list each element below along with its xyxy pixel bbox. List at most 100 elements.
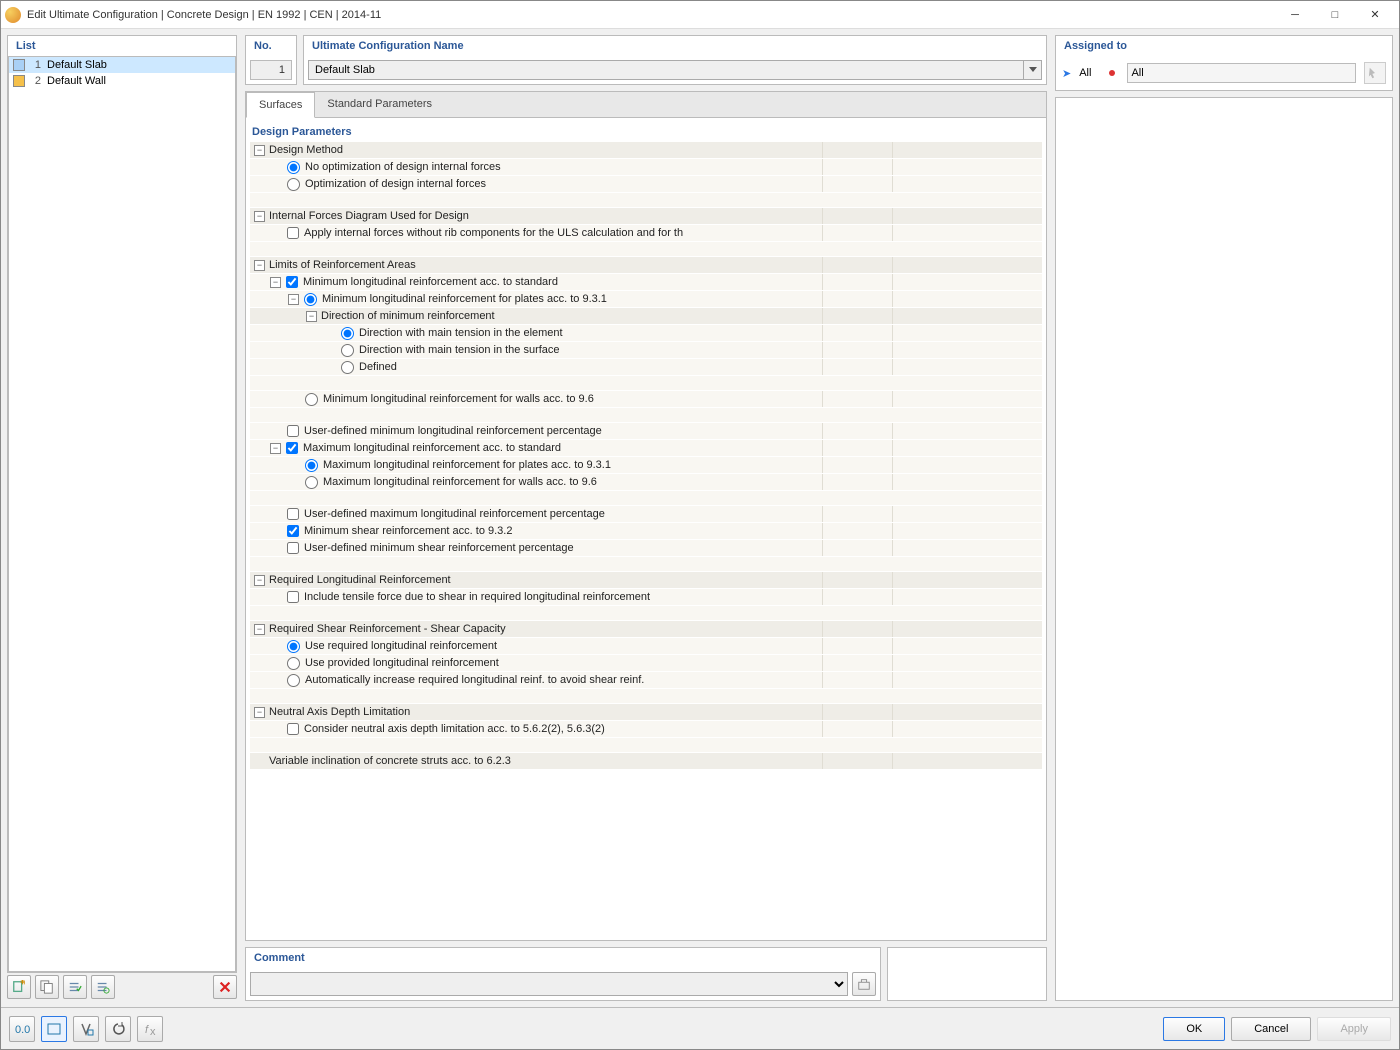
check-min-shear[interactable]: Minimum shear reinforcement acc. to 9.3.… — [250, 523, 1042, 539]
radio[interactable] — [287, 640, 300, 653]
collapse-icon[interactable]: − — [270, 277, 281, 288]
collapse-icon[interactable]: − — [254, 624, 265, 635]
group-direction[interactable]: −Direction of minimum reinforcement — [250, 308, 1042, 324]
radio-dir-defined[interactable]: Defined — [250, 359, 1042, 375]
no-label: No. — [246, 36, 296, 56]
radio[interactable] — [287, 178, 300, 191]
comment-label: Comment — [246, 948, 880, 968]
collapse-icon[interactable]: − — [270, 443, 281, 454]
settings-button[interactable] — [91, 975, 115, 999]
check-user-min-shear[interactable]: User-defined minimum shear reinforcement… — [250, 540, 1042, 556]
comment-edit-button[interactable] — [852, 972, 876, 996]
view-button[interactable] — [41, 1016, 67, 1042]
name-input[interactable] — [308, 60, 1024, 80]
group-req-shear[interactable]: −Required Shear Reinforcement - Shear Ca… — [250, 621, 1042, 637]
radio-max-plates[interactable]: Maximum longitudinal reinforcement for p… — [250, 457, 1042, 473]
radio[interactable] — [305, 393, 318, 406]
copy-button[interactable] — [35, 975, 59, 999]
apply-button[interactable]: Apply — [1317, 1017, 1391, 1041]
close-button[interactable]: ✕ — [1355, 1, 1395, 29]
name-dropdown[interactable] — [1024, 60, 1042, 80]
check-include-tensile[interactable]: Include tensile force due to shear in re… — [250, 589, 1042, 605]
radio[interactable] — [287, 674, 300, 687]
name-label: Ultimate Configuration Name — [304, 36, 1046, 56]
group-internal-forces[interactable]: −Internal Forces Diagram Used for Design — [250, 208, 1042, 224]
group-variable-inclination[interactable]: Variable inclination of concrete struts … — [250, 753, 1042, 769]
radio[interactable] — [304, 293, 317, 306]
radio-max-walls[interactable]: Maximum longitudinal reinforcement for w… — [250, 474, 1042, 490]
radio[interactable] — [287, 161, 300, 174]
tab-surfaces[interactable]: Surfaces — [246, 92, 315, 118]
check-button[interactable] — [63, 975, 87, 999]
cancel-button[interactable]: Cancel — [1231, 1017, 1311, 1041]
checkbox[interactable] — [287, 591, 299, 603]
collapse-icon[interactable]: − — [254, 145, 265, 156]
collapse-icon[interactable]: − — [254, 707, 265, 718]
checkbox[interactable] — [287, 227, 299, 239]
check-user-min-long[interactable]: User-defined minimum longitudinal reinfo… — [250, 423, 1042, 439]
config-list[interactable]: 1 Default Slab 2 Default Wall — [8, 56, 236, 972]
radio[interactable] — [305, 459, 318, 472]
checkbox[interactable] — [287, 425, 299, 437]
list-item[interactable]: 2 Default Wall — [9, 73, 235, 89]
radio-min-plates[interactable]: −Minimum longitudinal reinforcement for … — [250, 291, 1042, 307]
units-button[interactable]: 0.00 — [9, 1016, 35, 1042]
arrow-icon: ➤ — [1062, 67, 1071, 80]
function-button[interactable]: fx — [137, 1016, 163, 1042]
group-limits[interactable]: −Limits of Reinforcement Areas — [250, 257, 1042, 273]
color-swatch — [13, 75, 25, 87]
preview-panel — [1055, 97, 1393, 1001]
app-icon — [5, 7, 21, 23]
collapse-icon[interactable]: − — [254, 260, 265, 271]
no-value: 1 — [250, 60, 292, 80]
option-no-optimization[interactable]: No optimization of design internal force… — [250, 159, 1042, 175]
window-title: Edit Ultimate Configuration | Concrete D… — [27, 9, 1275, 21]
new-button[interactable] — [7, 975, 31, 999]
checkbox[interactable] — [287, 542, 299, 554]
collapse-icon[interactable]: − — [254, 211, 265, 222]
comment-input[interactable] — [250, 972, 848, 996]
tab-standard-parameters[interactable]: Standard Parameters — [315, 92, 444, 117]
ok-button[interactable]: OK — [1163, 1017, 1225, 1041]
collapse-icon[interactable]: − — [254, 575, 265, 586]
maximize-button[interactable]: □ — [1315, 1, 1355, 29]
radio[interactable] — [341, 327, 354, 340]
option-optimization[interactable]: Optimization of design internal forces — [250, 176, 1042, 192]
group-neutral-axis[interactable]: −Neutral Axis Depth Limitation — [250, 704, 1042, 720]
checkbox[interactable] — [286, 276, 298, 288]
group-req-long[interactable]: −Required Longitudinal Reinforcement — [250, 572, 1042, 588]
radio-min-walls[interactable]: Minimum longitudinal reinforcement for w… — [250, 391, 1042, 407]
list-item-num: 2 — [31, 75, 41, 87]
radio[interactable] — [341, 361, 354, 374]
check-apply-internal-forces[interactable]: Apply internal forces without rib compon… — [250, 225, 1042, 241]
assigned-input[interactable]: All — [1127, 63, 1356, 83]
check-user-max-long[interactable]: User-defined maximum longitudinal reinfo… — [250, 506, 1042, 522]
checkbox[interactable] — [286, 442, 298, 454]
radio[interactable] — [305, 476, 318, 489]
assigned-header: Assigned to — [1056, 36, 1392, 56]
check-min-long-std[interactable]: −Minimum longitudinal reinforcement acc.… — [250, 274, 1042, 290]
group-design-method[interactable]: −Design Method — [250, 142, 1042, 158]
collapse-icon[interactable]: − — [306, 311, 317, 322]
text-button[interactable] — [73, 1016, 99, 1042]
radio[interactable] — [287, 657, 300, 670]
svg-text:x: x — [150, 1026, 156, 1037]
reset-button[interactable] — [105, 1016, 131, 1042]
checkbox[interactable] — [287, 508, 299, 520]
radio[interactable] — [341, 344, 354, 357]
collapse-icon[interactable]: − — [288, 294, 299, 305]
section-title: Design Parameters — [250, 122, 1042, 142]
check-neutral-axis[interactable]: Consider neutral axis depth limitation a… — [250, 721, 1042, 737]
checkbox[interactable] — [287, 723, 299, 735]
radio-dir-surface[interactable]: Direction with main tension in the surfa… — [250, 342, 1042, 358]
checkbox[interactable] — [287, 525, 299, 537]
radio-dir-element[interactable]: Direction with main tension in the eleme… — [250, 325, 1042, 341]
radio-auto-increase[interactable]: Automatically increase required longitud… — [250, 672, 1042, 688]
pick-button[interactable] — [1364, 62, 1386, 84]
list-item[interactable]: 1 Default Slab — [9, 57, 235, 73]
radio-use-required[interactable]: Use required longitudinal reinforcement — [250, 638, 1042, 654]
minimize-button[interactable]: ─ — [1275, 1, 1315, 29]
delete-button[interactable] — [213, 975, 237, 999]
check-max-long-std[interactable]: −Maximum longitudinal reinforcement acc.… — [250, 440, 1042, 456]
radio-use-provided[interactable]: Use provided longitudinal reinforcement — [250, 655, 1042, 671]
